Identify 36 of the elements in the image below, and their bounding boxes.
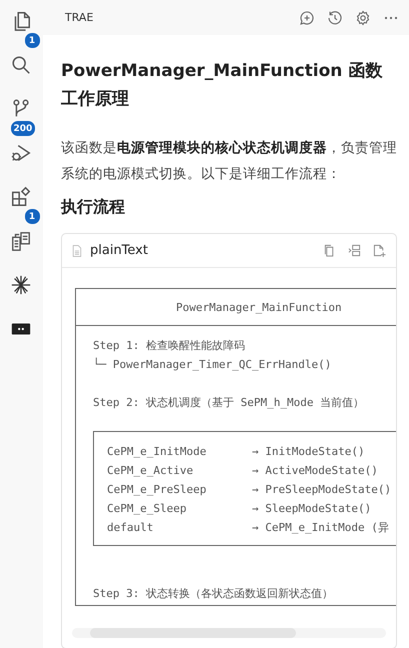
horizontal-scrollbar[interactable] [72,628,386,638]
case-label: CePM_e_InitMode [107,444,208,460]
case-label: CePM_e_Active [107,463,194,479]
code-line: Step 1: 检查唤醒性能故障码 [93,339,245,352]
section-heading: 执行流程 [61,196,126,218]
case-action: → InitModeState() [252,444,365,460]
case-label: default [107,520,154,536]
run-debug-icon[interactable] [10,142,32,164]
case-action: → PreSleepModeState() [252,482,392,498]
code-line: └─ PowerManager_Timer_QC_ErrHandle() [93,358,332,371]
code-language: plainText [90,243,148,258]
case-action: → SleepModeState() [252,501,372,517]
code-line: PowerManager_MainFunction [176,300,342,314]
count-badge: 1 [24,208,40,225]
copy-icon[interactable] [323,244,336,257]
code-line: Step 2: 状态机调度（基于 SePM_h_Mode 当前值） [93,396,364,409]
panel-title: TRAE [65,11,94,24]
new-file-icon[interactable] [373,244,386,257]
case-label: CePM_e_Sleep [107,501,188,517]
file-icon [72,244,82,256]
settings-icon[interactable] [355,10,371,26]
clipboard-icon[interactable] [10,230,32,252]
count-badge: 1 [24,32,40,49]
new-chat-icon[interactable] [299,10,315,26]
count-badge: 200 [10,120,36,137]
case-action: → CePM_e_InitMode (异 [252,520,389,536]
insert-icon[interactable] [348,244,361,257]
code-line: Step 3: 状态转换（各状态函数返回新状态值） [93,587,333,600]
article-heading: PowerManager_MainFunction 函数工作原理 [61,60,384,111]
case-label: CePM_e_PreSleep [107,482,208,498]
article-paragraph: 该函数是电源管理模块的核心状态机调度器，负责管理系统的电源模式切换。以下是详细工作流程： [61,139,397,184]
sparkle-icon[interactable] [10,274,32,296]
case-action: → ActiveModeState() [252,463,378,479]
extensions-icon[interactable] [10,186,32,208]
search-icon[interactable] [10,54,32,76]
history-icon[interactable] [327,10,343,26]
